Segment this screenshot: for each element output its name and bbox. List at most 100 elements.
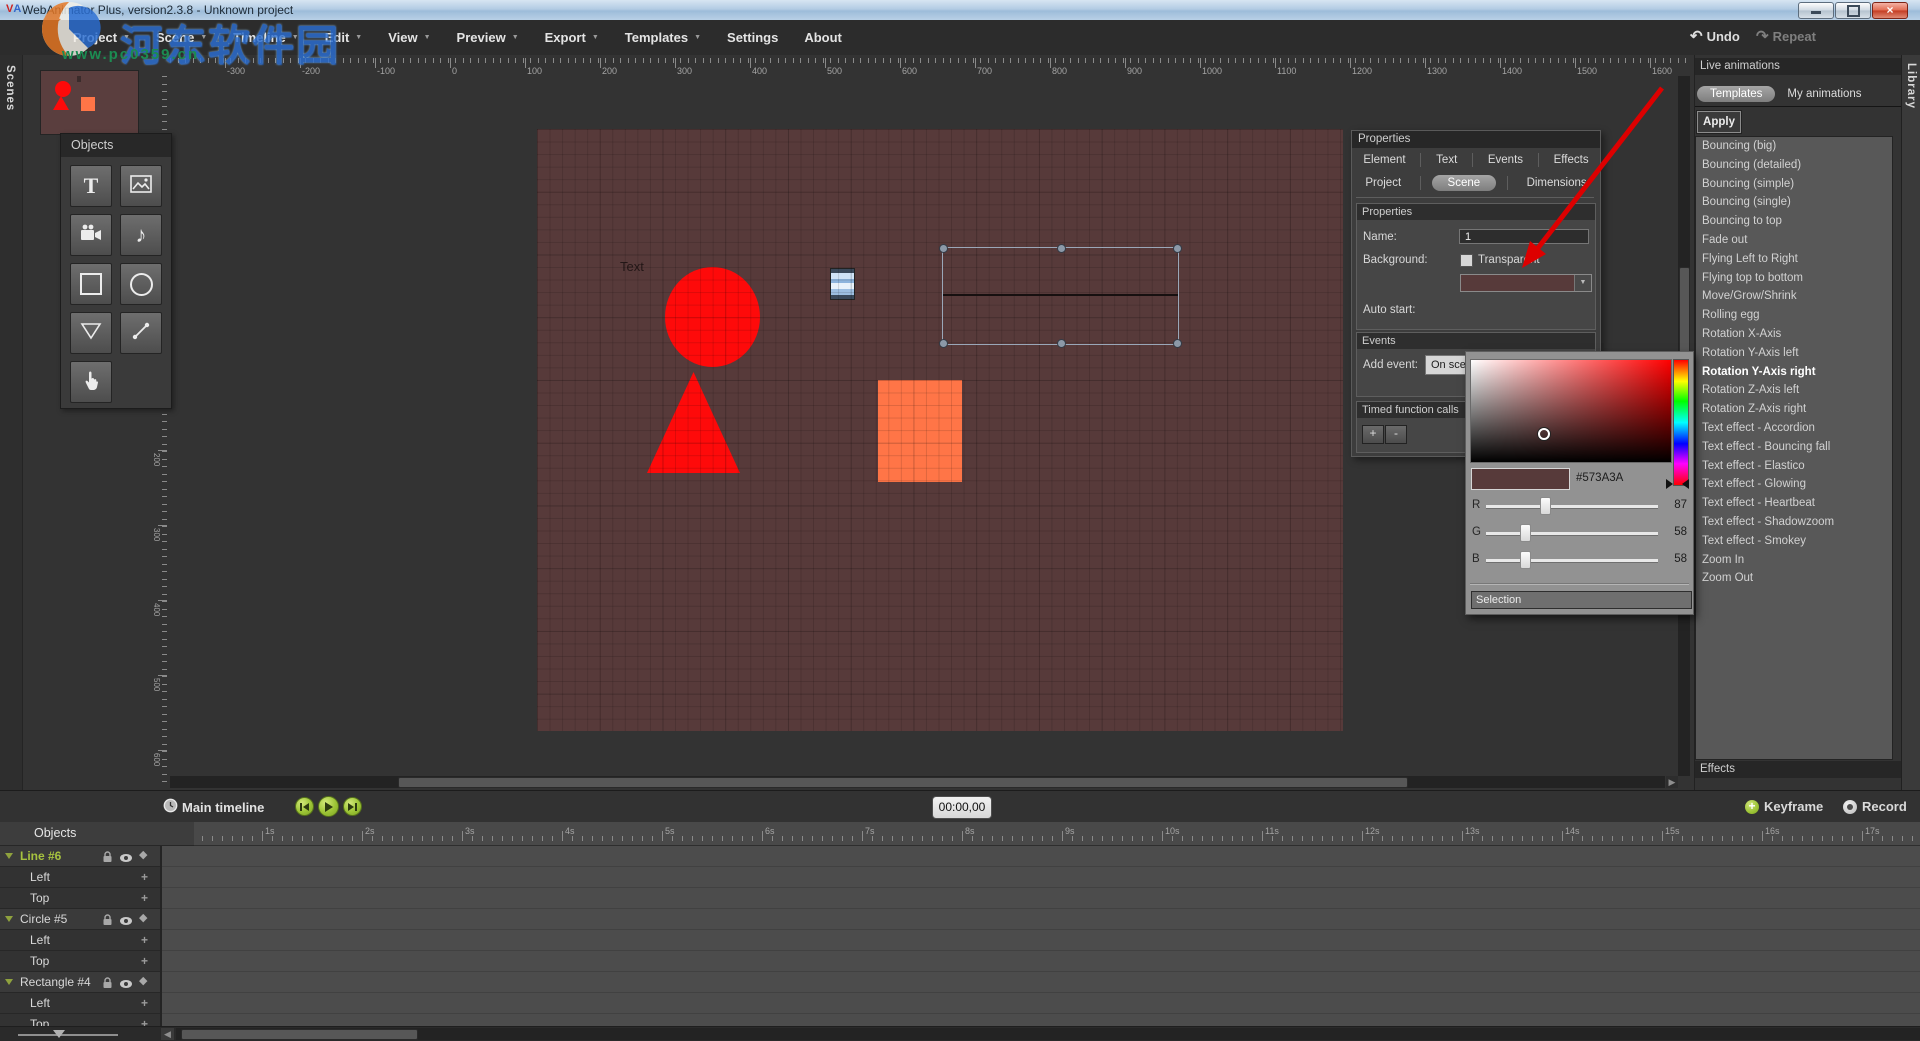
keyframe-diamond-icon[interactable]: ◆: [139, 849, 147, 869]
timeline-row-line-6[interactable]: Line #6◆: [0, 846, 160, 867]
stage-canvas[interactable]: Text: [537, 129, 1343, 731]
circle-object[interactable]: [665, 267, 760, 367]
timeline-row-circle-5[interactable]: Circle #5◆: [0, 909, 160, 930]
animation-item[interactable]: Bouncing (detailed): [1696, 156, 1892, 175]
animation-item[interactable]: Rotation Z-Axis right: [1696, 400, 1892, 419]
rectangle-tool-button[interactable]: [70, 263, 112, 305]
background-color-dropdown[interactable]: ▼: [1460, 274, 1592, 292]
triangle-tool-button[interactable]: [70, 312, 112, 354]
animation-item[interactable]: Rotation Y-Axis left: [1696, 344, 1892, 363]
line-tool-button[interactable]: [120, 312, 162, 354]
timeline-track-top[interactable]: Top+: [0, 951, 160, 972]
eye-icon[interactable]: [119, 975, 133, 995]
timeline-zoom-slider[interactable]: [18, 1034, 118, 1036]
text-object[interactable]: Text: [620, 259, 644, 274]
selection-handle[interactable]: [1173, 339, 1182, 348]
audio-tool-button[interactable]: ♪: [120, 214, 162, 256]
menu-scene[interactable]: Scene▼: [143, 30, 220, 45]
tab-dimensions[interactable]: Dimensions: [1519, 175, 1595, 191]
play-button[interactable]: [318, 796, 339, 817]
live-tab-templates[interactable]: Templates: [1697, 86, 1775, 102]
b-slider-track[interactable]: [1486, 559, 1658, 563]
lock-icon[interactable]: [102, 975, 113, 995]
animation-item[interactable]: Rotation Z-Axis left: [1696, 381, 1892, 400]
menu-timeline[interactable]: Timeline▼: [220, 30, 311, 45]
animation-item[interactable]: Text effect - Accordion: [1696, 419, 1892, 438]
hand-tool-button[interactable]: [70, 361, 112, 403]
menu-view[interactable]: View▼: [375, 30, 443, 45]
line-object[interactable]: [943, 294, 1178, 296]
library-tab[interactable]: Library: [1905, 63, 1917, 109]
timeline-hscrollbar-thumb[interactable]: [181, 1029, 418, 1040]
add-keyframe-icon[interactable]: +: [141, 951, 148, 971]
animation-item[interactable]: Bouncing (simple): [1696, 175, 1892, 194]
color-cursor[interactable]: [1538, 428, 1550, 440]
keyframe-diamond-icon[interactable]: ◆: [139, 912, 147, 932]
image-tool-button[interactable]: [120, 165, 162, 207]
scene-thumbnail[interactable]: [40, 70, 139, 135]
tab-element[interactable]: Element: [1355, 152, 1413, 168]
eye-icon[interactable]: [119, 912, 133, 932]
timeline-hscrollbar[interactable]: [176, 1028, 1920, 1040]
timeline-zoom-thumb[interactable]: [53, 1030, 65, 1038]
name-input[interactable]: [1459, 229, 1589, 244]
keyframe-button[interactable]: +Keyframe: [1745, 799, 1823, 814]
collapse-triangle-icon[interactable]: [5, 853, 13, 859]
effects-section-header[interactable]: Effects: [1695, 761, 1906, 778]
b-slider-thumb[interactable]: [1520, 551, 1531, 569]
lock-icon[interactable]: [102, 912, 113, 932]
hue-bar[interactable]: [1673, 359, 1689, 486]
timeline-track-top[interactable]: Top+: [0, 888, 160, 909]
animation-item[interactable]: Bouncing (single): [1696, 193, 1892, 212]
animation-item[interactable]: Text effect - Glowing: [1696, 475, 1892, 494]
animation-item[interactable]: Text effect - Smokey: [1696, 532, 1892, 551]
animation-item[interactable]: Rotation Y-Axis right: [1696, 363, 1892, 382]
triangle-object[interactable]: [647, 372, 740, 473]
animation-item[interactable]: Zoom Out: [1696, 569, 1892, 588]
animation-item[interactable]: Bouncing to top: [1696, 212, 1892, 231]
animation-item[interactable]: Text effect - Shadowzoom: [1696, 513, 1892, 532]
tab-project[interactable]: Project: [1357, 175, 1409, 191]
animation-item[interactable]: Text effect - Elastico: [1696, 457, 1892, 476]
timeline-track-left[interactable]: Left+: [0, 867, 160, 888]
canvas-hscroll-right-arrow[interactable]: ▶: [1666, 776, 1678, 788]
r-slider-track[interactable]: [1486, 505, 1658, 509]
widget-object[interactable]: [830, 268, 855, 300]
menu-export[interactable]: Export▼: [532, 30, 612, 45]
add-keyframe-icon[interactable]: +: [141, 993, 148, 1013]
animation-item[interactable]: Flying Left to Right: [1696, 250, 1892, 269]
animation-item[interactable]: Rotation X-Axis: [1696, 325, 1892, 344]
lock-icon[interactable]: [102, 849, 113, 869]
selection-handle[interactable]: [1057, 339, 1066, 348]
tab-effects[interactable]: Effects: [1546, 152, 1597, 168]
menu-about[interactable]: About: [791, 30, 855, 45]
canvas-hscrollbar-thumb[interactable]: [398, 777, 1408, 788]
timeline-ruler[interactable]: 0s1s2s3s4s5s6s7s8s9s10s11s12s13s14s15s16…: [162, 822, 1920, 846]
animation-item[interactable]: Move/Grow/Shrink: [1696, 287, 1892, 306]
timeline-scroll-left-arrow[interactable]: ◀: [161, 1028, 174, 1040]
animation-item[interactable]: Text effect - Bouncing fall: [1696, 438, 1892, 457]
add-keyframe-icon[interactable]: +: [141, 867, 148, 887]
undo-button[interactable]: ↶Undo: [1690, 27, 1740, 45]
transparent-checkbox[interactable]: [1460, 254, 1473, 267]
maximize-button[interactable]: [1835, 2, 1871, 19]
skip-end-button[interactable]: [343, 797, 362, 816]
g-slider-thumb[interactable]: [1520, 524, 1531, 542]
rectangle-object[interactable]: [878, 380, 962, 482]
timeline-track-left[interactable]: Left+: [0, 993, 160, 1014]
timeline-track-left[interactable]: Left+: [0, 930, 160, 951]
minimize-button[interactable]: [1798, 2, 1834, 19]
animation-item[interactable]: Rolling egg: [1696, 306, 1892, 325]
remove-call-button[interactable]: -: [1385, 425, 1407, 444]
canvas-hscrollbar[interactable]: [170, 776, 1665, 788]
text-tool-button[interactable]: T: [70, 165, 112, 207]
selection-handle[interactable]: [1173, 244, 1182, 253]
animation-item[interactable]: Flying top to bottom: [1696, 269, 1892, 288]
tab-events[interactable]: Events: [1480, 152, 1531, 168]
scenes-tab[interactable]: Scenes: [4, 65, 16, 111]
timeline-row-rectangle-4[interactable]: Rectangle #4◆: [0, 972, 160, 993]
g-slider-track[interactable]: [1486, 532, 1658, 536]
animation-item[interactable]: Text effect - Heartbeat: [1696, 494, 1892, 513]
menu-settings[interactable]: Settings: [714, 30, 791, 45]
menu-preview[interactable]: Preview▼: [444, 30, 532, 45]
